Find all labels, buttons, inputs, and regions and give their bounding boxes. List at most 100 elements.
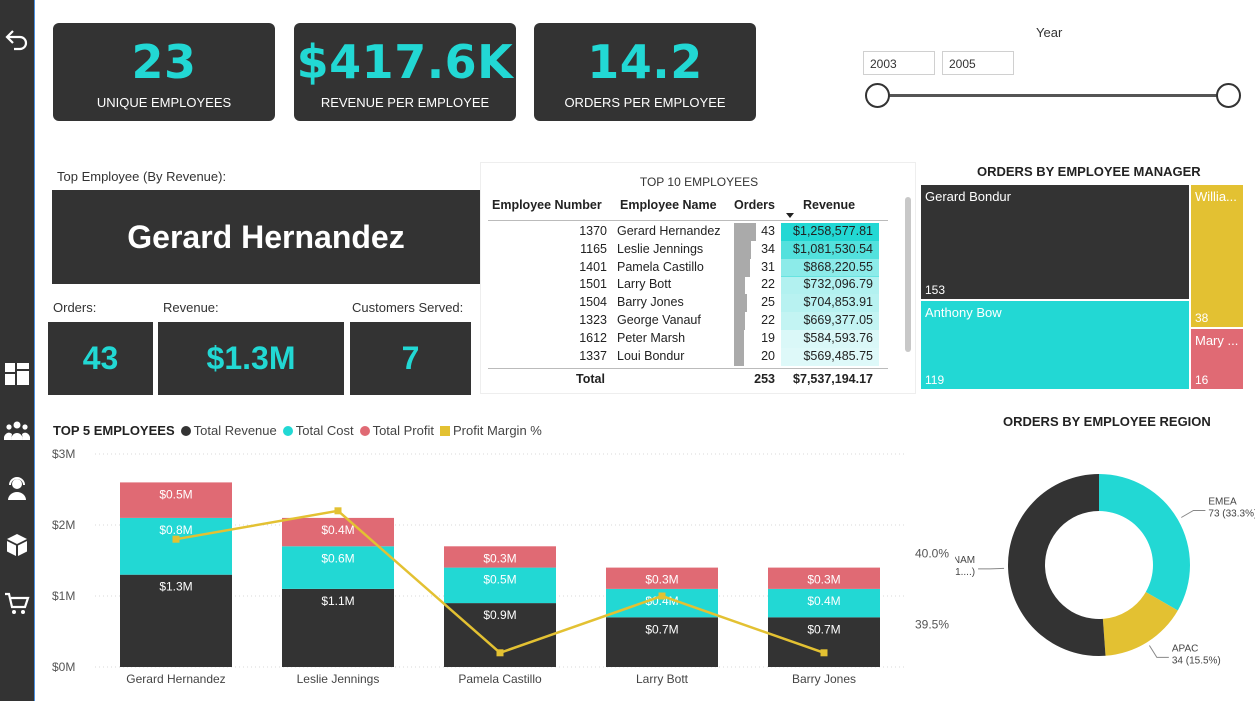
dashboard-icon[interactable] [2,359,32,389]
year-slider-start-handle[interactable] [865,83,890,108]
table-scrollbar[interactable] [905,197,911,352]
donut-leader-line [1181,510,1206,518]
treemap-tile-count: 153 [925,283,946,297]
year-slider-end-handle[interactable] [1216,83,1241,108]
legend-label: Total Revenue [193,423,277,438]
col-header-employee-name[interactable]: Employee Name [620,198,717,212]
chart-legend: TOP 5 EMPLOYEES Total Revenue Total Cost… [53,423,548,438]
table-row[interactable]: 1504 Barry Jones 25 $704,853.91 [481,294,917,313]
orders-cell: 31 [761,259,775,274]
table-row[interactable]: 1501 Larry Bott 22 $732,096.79 [481,276,917,295]
employee-name-cell: Barry Jones [617,295,684,310]
bar-data-label: $0.3M [807,573,840,587]
employees-icon[interactable] [2,416,32,446]
bar-data-label: $0.9M [483,608,516,622]
region-donut-chart: EMEA73 (33.3%)APAC34 (15.5%)NAM112 (51..… [955,474,1255,666]
bar-data-label: $1.3M [159,580,192,594]
top-10-employees-table: TOP 10 EMPLOYEES Employee Number Employe… [480,162,916,394]
kpi-revenue-per-employee: $417.6K REVENUE PER EMPLOYEE [294,23,516,121]
treemap-tile-anthony-bow[interactable]: Anthony Bow 119 [921,301,1189,389]
legend-item-profit-margin[interactable]: Profit Margin % [439,423,542,438]
treemap-tile-gerard-bondur[interactable]: Gerard Bondur 153 [921,185,1189,299]
treemap-tile-william[interactable]: Willia... 38 [1191,185,1243,327]
table-row[interactable]: 1323 George Vanauf 22 $669,377.05 [481,312,917,330]
revenue-cell: $1,081,530.54 [793,241,873,256]
y2-axis-tick-label: 39.5% [915,617,949,631]
revenue-cell: $1,258,577.81 [793,224,873,238]
year-from-input[interactable]: 2003 [863,51,935,75]
table-row[interactable]: 1165 Leslie Jennings 34 $1,081,530.54 [481,240,917,259]
employee-name-cell: Peter Marsh [617,330,686,345]
orders-cell: 22 [761,313,775,327]
employee-name-cell: Larry Bott [617,277,672,292]
revenue-cell: $569,485.75 [803,348,873,363]
bar-data-label: $0.8M [159,523,192,537]
top-employee-name: Gerard Hernandez [52,190,480,284]
employee-name-cell: George Vanauf [617,313,701,327]
profit-margin-marker [172,535,180,543]
revenue-cell: $704,853.91 [803,295,873,310]
y-axis-tick-label: $0M [52,660,75,674]
product-box-icon[interactable] [2,530,32,560]
orders-cell: 43 [761,224,775,238]
donut-slice-value: 73 (33.3%) [1208,509,1255,520]
orders-cell: 25 [761,295,775,310]
donut-slice[interactable] [1008,474,1106,656]
donut-slice-value: 34 (15.5%) [1172,655,1221,666]
employee-number-cell: 1401 [579,259,607,274]
header-divider [488,220,888,221]
legend-item-total-profit[interactable]: Total Profit [359,423,434,438]
x-axis-tick-label: Gerard Hernandez [126,672,225,686]
employee-number-cell: 1337 [579,348,607,363]
revenue-label: Revenue: [163,300,219,315]
employee-number-cell: 1501 [579,277,607,292]
bar-data-label: $0.7M [645,622,678,636]
sort-descending-icon [786,213,794,218]
manager-treemap-title: ORDERS BY EMPLOYEE MANAGER [977,164,1201,179]
donut-leader-line [1148,645,1169,658]
legend-item-total-cost[interactable]: Total Cost [282,423,354,438]
bar-data-label: $0.3M [645,573,678,587]
bar-data-label: $0.4M [321,523,354,537]
treemap-tile-name: Mary ... [1195,333,1239,348]
donut-slice-name: EMEA [1208,497,1237,508]
legend-dot [180,425,191,436]
table-row[interactable]: 1612 Peter Marsh 19 $584,593.76 [481,329,917,348]
x-axis-tick-label: Leslie Jennings [297,672,380,686]
year-to-input[interactable]: 2005 [942,51,1014,75]
sidebar [0,0,35,701]
bar-data-label: $0.5M [159,487,192,501]
revenue-cell: $669,377.05 [803,313,873,327]
legend-label: Profit Margin % [452,423,542,438]
top-employee-label: Top Employee (By Revenue): [57,169,227,184]
table-row[interactable]: 1401 Pamela Castillo 31 $868,220.55 [481,258,917,277]
table-title: TOP 10 EMPLOYEES [639,175,759,189]
treemap-tile-count: 38 [1195,311,1209,325]
year-slider-track[interactable] [878,94,1228,97]
treemap-tile-count: 16 [1195,373,1209,387]
table-row[interactable]: 1337 Loui Bondur 20 $569,485.75 [481,347,917,366]
treemap-tile-name: Gerard Bondur [925,189,1011,204]
col-header-orders[interactable]: Orders [734,198,775,212]
kpi-value: $417.6K [296,35,514,89]
shopping-cart-icon[interactable] [2,588,32,618]
employee-number-cell: 1323 [579,313,607,327]
legend-square [439,425,450,436]
y-axis-tick-label: $3M [52,447,75,461]
legend-item-total-revenue[interactable]: Total Revenue [180,423,277,438]
y-axis-tick-label: $1M [52,589,75,603]
donut-slice[interactable] [1099,474,1190,611]
back-arrow-icon[interactable] [2,24,32,54]
bar-data-label: $0.5M [483,573,516,587]
revenue-value: $1.3M [158,322,344,395]
employee-number-cell: 1165 [580,241,607,256]
customer-service-icon[interactable] [2,473,32,503]
bar-data-label: $0.3M [483,551,516,565]
y-axis-tick-label: $2M [52,518,75,532]
kpi-unique-employees: 23 UNIQUE EMPLOYEES [53,23,275,121]
orders-label: Orders: [53,300,97,315]
treemap-tile-mary[interactable]: Mary ... 16 [1191,329,1243,389]
col-header-revenue[interactable]: Revenue [803,198,855,212]
table-row[interactable]: 1370 Gerard Hernandez 43 $1,258,577.81 [481,223,917,241]
col-header-employee-number[interactable]: Employee Number [492,198,602,212]
